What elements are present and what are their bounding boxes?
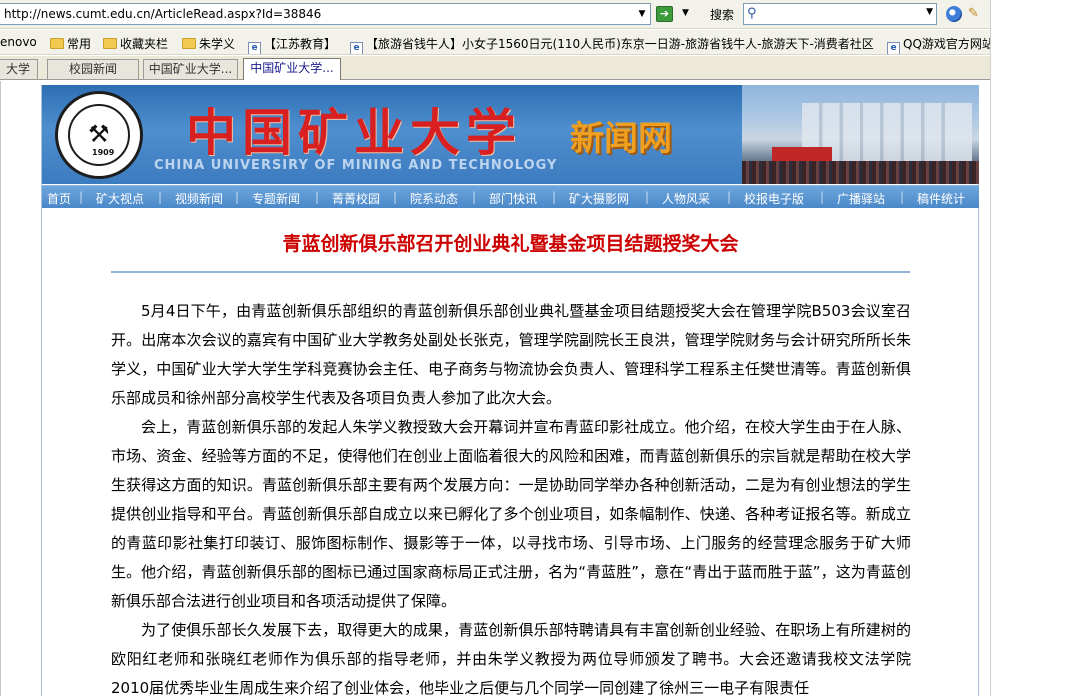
nav-separator: | (393, 190, 398, 204)
article-paragraph: 为了使俱乐部长久发展下去，取得更大的成果，青蓝创新俱乐部特聘请具有丰富创新创业经… (111, 621, 911, 696)
site-banner: ⚒ 1909 中国矿业大学 新闻网 CHINA UNIVERSIRY OF MI… (42, 85, 979, 184)
page-icon: e (887, 42, 900, 54)
nav-division-news[interactable]: 部门快讯 (489, 190, 537, 207)
address-toolbar: http://news.cumt.edu.cn/ArticleRead.aspx… (0, 0, 990, 29)
globe-icon[interactable] (946, 6, 962, 22)
go-arrow-icon[interactable]: ➔ (656, 6, 673, 22)
folder-icon (103, 38, 117, 49)
nav-special-news[interactable]: 专题新闻 (252, 190, 300, 207)
favorite-item-enovo[interactable]: enovo (0, 35, 37, 49)
nav-separator: | (820, 190, 825, 204)
nav-stats[interactable]: 稿件统计 (917, 190, 965, 207)
banner-photo (742, 85, 979, 184)
tab-campus-news[interactable]: 校园新闻 (47, 59, 139, 79)
search-label: 搜索 (710, 8, 735, 22)
search-icon[interactable]: ⚲ (747, 6, 757, 21)
red-banner-image (772, 147, 832, 161)
search-dropdown-icon[interactable]: ▼ (926, 7, 933, 17)
favorite-link-jiangsu[interactable]: e 【江苏教育】 (248, 35, 336, 54)
nav-separator: | (315, 190, 320, 204)
folder-icon (182, 38, 196, 49)
tab-cumt-1[interactable]: 中国矿业大学... (143, 59, 238, 79)
logo-emblem: ⚒ 1909 (68, 104, 130, 166)
article-body: 5月4日下午，由青蓝创新俱乐部组织的青蓝创新俱乐部创业典礼暨基金项目结题授奖大会… (111, 297, 911, 696)
window-right-margin (990, 0, 1089, 696)
nav-home[interactable]: 首页 (47, 190, 71, 207)
site-title-news: 新闻网 (570, 119, 672, 159)
site-title-chinese: 中国矿业大学 (186, 103, 522, 162)
favorites-bar: enovo 常用 收藏夹栏 朱学义 e 【江苏教育】 e 【旅游省钱牛人】小女子15… (0, 30, 990, 55)
go-dropdown-icon[interactable]: ▼ (682, 8, 689, 18)
address-dropdown-icon[interactable]: ▼ (636, 7, 648, 21)
nav-separator: | (645, 190, 650, 204)
nav-separator: | (235, 190, 240, 204)
nav-separator: | (79, 190, 84, 204)
nav-separator: | (158, 190, 163, 204)
article-title: 青蓝创新俱乐部召开创业典礼暨基金项目结题授奖大会 (282, 233, 739, 255)
web-page: ⚒ 1909 中国矿业大学 新闻网 CHINA UNIVERSIRY OF MI… (0, 81, 990, 696)
address-field[interactable]: http://news.cumt.edu.cn/ArticleRead.aspx… (0, 3, 651, 25)
edit-icon[interactable]: ✎ (968, 6, 986, 22)
nav-people[interactable]: 人物风采 (662, 190, 710, 207)
folder-icon (50, 38, 64, 49)
nav-photo[interactable]: 矿大摄影网 (569, 190, 629, 207)
favorite-link-travel[interactable]: e 【旅游省钱牛人】小女子1560日元(110人民币)东京一日游-旅游省钱牛人-旅… (350, 35, 874, 54)
tab-bar: 大学 校园新闻 中国矿业大学... 中国矿业大学... (0, 56, 990, 80)
nav-separator: | (472, 190, 477, 204)
favorite-folder-zhu[interactable]: 朱学义 (182, 35, 235, 52)
search-input[interactable]: ⚲ ▼ (743, 3, 937, 25)
page-icon: e (248, 42, 261, 54)
tab-cumt-active[interactable]: 中国矿业大学... (243, 58, 341, 80)
site-title-english: CHINA UNIVERSIRY OF MINING AND TECHNOLOG… (154, 158, 558, 173)
logo-year: 1909 (92, 148, 115, 157)
nav-separator: | (552, 190, 557, 204)
favorite-folder-favbar[interactable]: 收藏夹栏 (103, 35, 168, 52)
address-url[interactable]: http://news.cumt.edu.cn/ArticleRead.aspx… (4, 7, 321, 21)
pick-hammer-icon: ⚒ (88, 120, 110, 148)
nav-separator: | (900, 190, 905, 204)
article-paragraph: 5月4日下午，由青蓝创新俱乐部组织的青蓝创新俱乐部创业典礼暨基金项目结题授奖大会… (111, 302, 911, 407)
nav-cumt-view[interactable]: 矿大视点 (96, 190, 144, 207)
favorite-folder-common[interactable]: 常用 (50, 35, 91, 52)
crowd-image (742, 161, 979, 184)
university-logo[interactable]: ⚒ 1909 (55, 91, 143, 179)
nav-separator: | (727, 190, 732, 204)
tab-university[interactable]: 大学 (0, 59, 38, 79)
article-paragraph: 会上，青蓝创新俱乐部的发起人朱学义教授致大会开幕词并宣布青蓝印影社成立。他介绍，… (111, 418, 911, 610)
news-site: ⚒ 1909 中国矿业大学 新闻网 CHINA UNIVERSIRY OF MI… (41, 85, 979, 696)
nav-e-paper[interactable]: 校报电子版 (744, 190, 804, 207)
nav-department-news[interactable]: 院系动态 (410, 190, 458, 207)
page-icon: e (350, 42, 363, 54)
nav-campus[interactable]: 菁菁校园 (332, 190, 380, 207)
nav-video-news[interactable]: 视频新闻 (175, 190, 223, 207)
title-divider (111, 271, 910, 273)
favorite-link-qqgame[interactable]: e QQ游戏官方网站 (887, 35, 990, 54)
site-nav: 首页 | 矿大视点 | 视频新闻 | 专题新闻 | 菁菁校园 | 院系动态 | … (42, 185, 979, 208)
nav-radio[interactable]: 广播驿站 (837, 190, 885, 207)
